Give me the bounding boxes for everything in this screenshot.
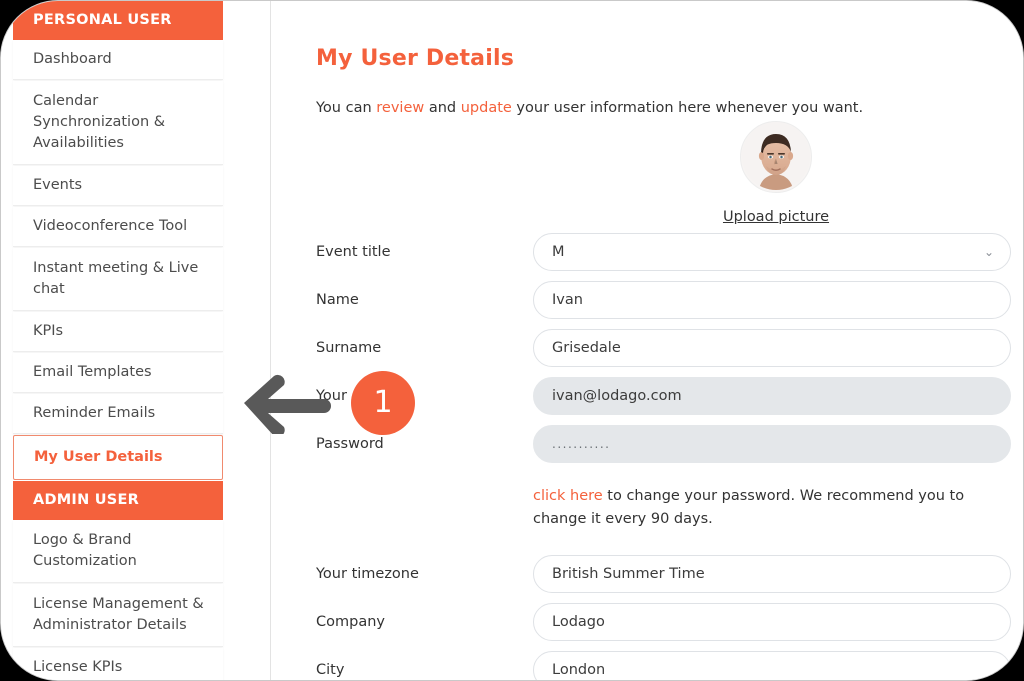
label-city: City [316,662,345,678]
value-city: London [552,662,606,678]
label-event-title: Event title [316,244,391,260]
screenshot-root: PERSONAL USER Dashboard Calendar Synchroni… [0,0,1024,681]
form-row-company: Company Lodago [271,603,1023,651]
input-name[interactable]: Ivan [533,281,1011,319]
value-event-title: M [552,244,565,260]
input-company[interactable]: Lodago [533,603,1011,641]
sidebar-section-header: PERSONAL USER [13,1,223,40]
change-password-link[interactable]: click here [533,488,603,504]
sidebar-item-logo-brand-customization[interactable]: Logo & Brand Customization [13,520,223,583]
avatar-photo-icon [742,122,810,190]
select-event-title[interactable]: M ⌄ [533,233,1011,271]
label-surname: Surname [316,340,382,356]
sidebar-section-header: ADMIN USER [13,481,223,520]
intro-part-1: You can [316,99,377,116]
avatar[interactable] [740,121,812,193]
label-your-email: Your email [316,388,392,404]
sidebar-item-events[interactable]: Events [13,166,223,206]
intro-text: You can review and update your user info… [316,100,863,116]
value-name: Ivan [552,292,583,308]
input-surname[interactable]: Grisedale [533,329,1011,367]
form-row-your-timezone: Your timezone British Summer Time [271,555,1023,603]
value-your-timezone: British Summer Time [552,566,705,582]
input-your-timezone[interactable]: British Summer Time [533,555,1011,593]
label-your-timezone: Your timezone [316,566,419,582]
sidebar-item-email-templates[interactable]: Email Templates [13,353,223,393]
app-card: PERSONAL USER Dashboard Calendar Synchroni… [0,0,1024,681]
sidebar-item-calendar-synchronization-availabilities[interactable]: Calendar Synchronization & Availabilitie… [13,81,223,165]
form-row-surname: Surname Grisedale [271,329,1023,377]
avatar-block: Upload picture [706,121,846,225]
sidebar-item-kpis[interactable]: KPIs [13,312,223,352]
input-city[interactable]: London [533,651,1011,680]
form-row-event-title: Event title M ⌄ [271,233,1023,281]
input-password: ........... [533,425,1011,463]
sidebar-item-my-user-details[interactable]: My User Details [13,435,223,480]
user-details-form: Event title M ⌄ Name Ivan Surname Grisedale You… [271,233,1023,680]
sidebar-content-gap [223,1,271,680]
sidebar-item-reminder-emails[interactable]: Reminder Emails [13,394,223,434]
sidebar-item-dashboard[interactable]: Dashboard [13,40,223,80]
form-row-password: Password........... [271,425,1023,473]
page-title: My User Details [316,45,515,71]
update-link[interactable]: update [461,100,512,116]
intro-part-3: your user information here whenever you … [511,99,864,116]
sidebar: PERSONAL USER Dashboard Calendar Synchroni… [1,1,223,680]
sidebar-item-videoconference-tool[interactable]: Videoconference Tool [13,207,223,247]
value-your-email: ivan@lodago.com [552,388,682,404]
form-row-your-email: Your email ivan@lodago.com [271,377,1023,425]
label-name: Name [316,292,359,308]
form-row-city: City London [271,651,1023,680]
value-company: Lodago [552,614,605,630]
value-surname: Grisedale [552,340,621,356]
sidebar-item-license-management-administrator-details[interactable]: License Management & Administrator Detai… [13,584,223,647]
main-content: My User Details You can review and updat… [271,1,1023,680]
value-password: ........... [552,437,611,451]
sidebar-nav-list: PERSONAL USER Dashboard Calendar Synchroni… [13,1,223,680]
input-your-email: ivan@lodago.com [533,377,1011,415]
sidebar-item-license-kpis[interactable]: License KPIs [13,648,223,680]
password-hint-row: click here to change your password. We r… [271,473,1023,555]
review-link[interactable]: review [376,100,424,116]
sidebar-item-instant-meeting-live-chat[interactable]: Instant meeting & Live chat [13,248,223,311]
upload-picture-link[interactable]: Upload picture [723,209,829,225]
label-company: Company [316,614,385,630]
intro-part-2: and [424,99,461,116]
label-password: Password [316,436,384,452]
chevron-down-icon[interactable]: ⌄ [984,234,994,270]
form-row-name: Name Ivan [271,281,1023,329]
password-hint: click here to change your password. We r… [533,485,1005,531]
